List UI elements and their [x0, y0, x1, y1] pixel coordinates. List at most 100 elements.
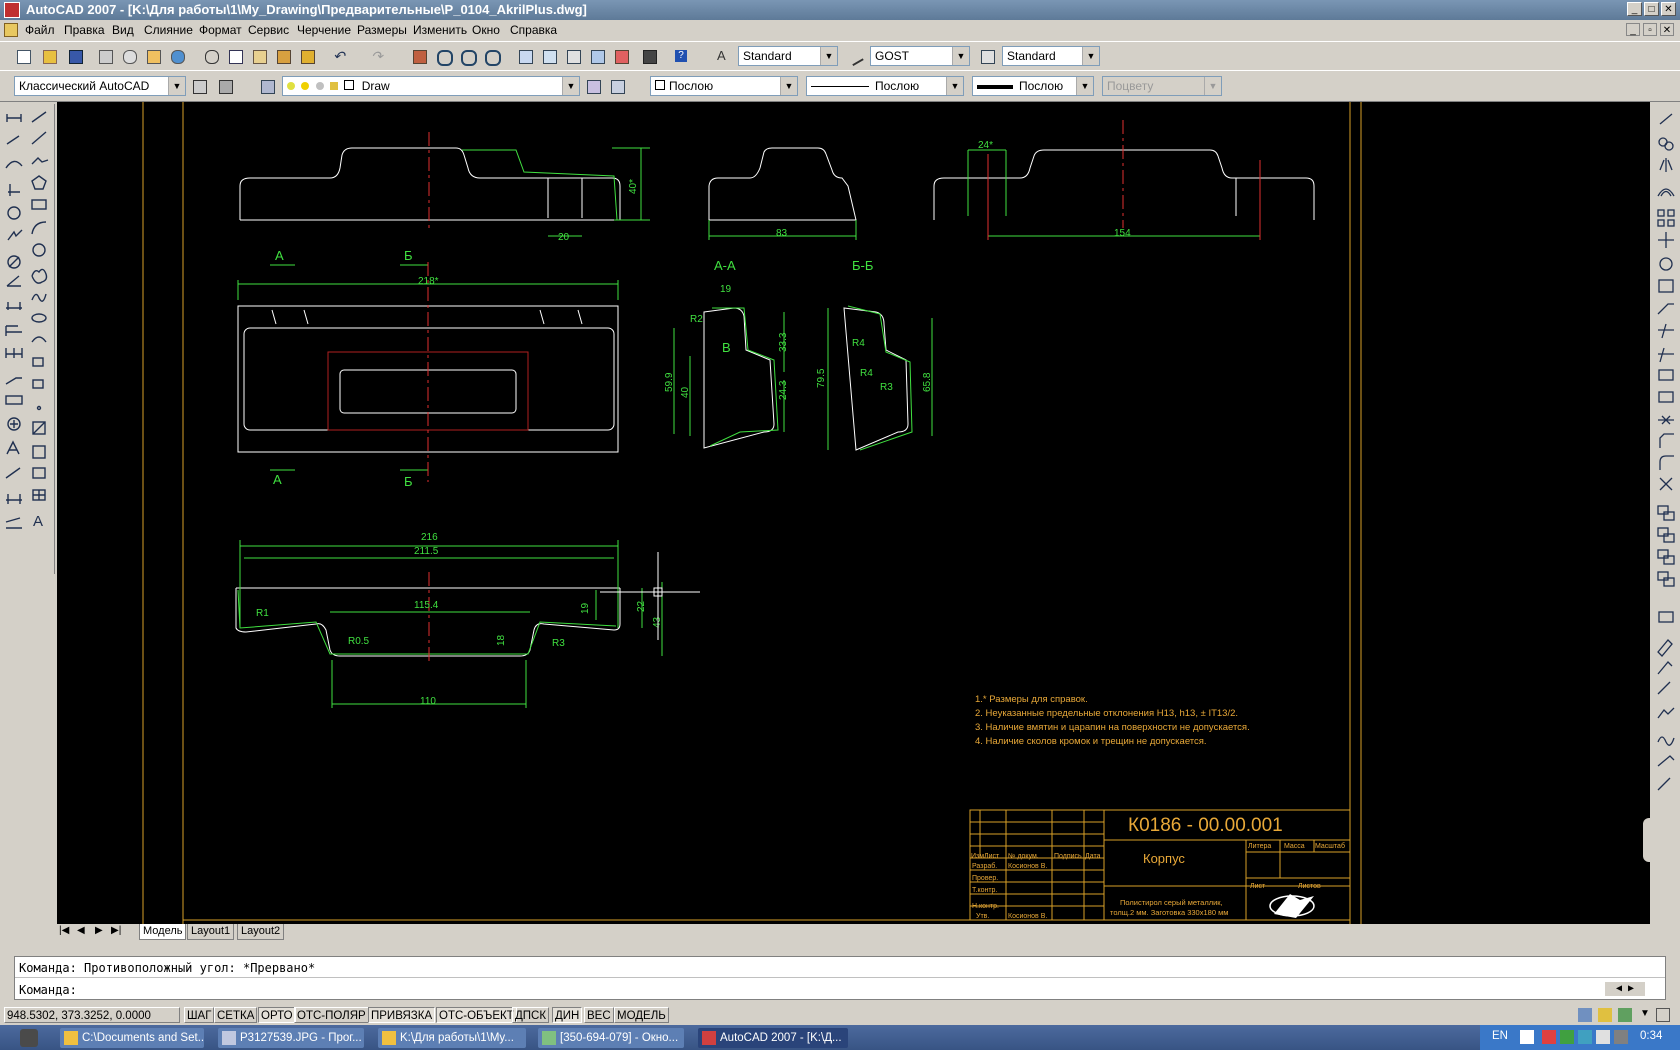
- coordinates-display[interactable]: 948.5302, 373.3252, 0.0000: [4, 1007, 180, 1023]
- paste-icon[interactable]: [250, 47, 268, 65]
- taskbar-item-window[interactable]: [350-694-079] - Окно...: [538, 1028, 684, 1048]
- zoom-realtime-icon[interactable]: [434, 47, 453, 66]
- zoom-previous-icon[interactable]: [482, 47, 501, 66]
- point-icon[interactable]: [36, 405, 42, 411]
- continue-icon[interactable]: [5, 348, 23, 358]
- extend-icon[interactable]: [1658, 347, 1674, 363]
- join-icon[interactable]: [1658, 415, 1674, 425]
- text-style-icon[interactable]: A: [714, 47, 732, 65]
- sheet-set-icon[interactable]: [588, 47, 606, 65]
- make-object-layer-current-icon[interactable]: [584, 77, 602, 95]
- markup-icon[interactable]: [612, 47, 630, 65]
- diameter-dim-icon[interactable]: [7, 255, 21, 269]
- zoom-window-icon[interactable]: [458, 47, 477, 66]
- draworder-icon[interactable]: [1657, 505, 1675, 521]
- block-editor-icon[interactable]: [298, 47, 316, 65]
- tolerance-icon[interactable]: [5, 395, 23, 405]
- polar-toggle[interactable]: ОТС-ПОЛЯР: [294, 1007, 369, 1023]
- snap-toggle[interactable]: ШАГ: [184, 1007, 215, 1023]
- clean-screen-icon[interactable]: [1656, 1008, 1670, 1022]
- move-icon[interactable]: [1658, 232, 1674, 248]
- menu-dimension[interactable]: Размеры: [357, 23, 407, 37]
- radius-dim-icon[interactable]: [7, 206, 21, 220]
- draworder-text-icon[interactable]: [1657, 571, 1675, 587]
- close-button[interactable]: ✕: [1661, 2, 1676, 16]
- dim-edit-icon[interactable]: [6, 440, 20, 455]
- menu-edit[interactable]: Правка: [64, 23, 105, 37]
- taskbar-item-explorer[interactable]: C:\Documents and Set...: [60, 1028, 204, 1048]
- command-line[interactable]: Команда: Противоположный угол: *Прервано…: [14, 956, 1666, 1000]
- doc-minimize-button[interactable]: _: [1626, 23, 1640, 36]
- menu-tools[interactable]: Сервис: [248, 23, 289, 37]
- copy-object-icon[interactable]: [1658, 137, 1674, 151]
- menu-draw[interactable]: Черчение: [297, 23, 351, 37]
- menu-modify[interactable]: Изменить: [413, 23, 467, 37]
- rotate-icon[interactable]: [1659, 257, 1673, 271]
- tab-first-icon[interactable]: |◀: [59, 925, 69, 936]
- arc-icon[interactable]: [31, 221, 47, 235]
- insert-block-icon[interactable]: [32, 357, 44, 367]
- break-icon[interactable]: [1658, 391, 1674, 403]
- gradient-icon[interactable]: [32, 445, 46, 459]
- stretch-icon[interactable]: [1657, 303, 1674, 315]
- ordinate-icon[interactable]: [8, 184, 20, 196]
- minimize-button[interactable]: _: [1627, 2, 1642, 16]
- ducs-toggle[interactable]: ДПСК: [512, 1007, 550, 1023]
- aligned-dim-icon[interactable]: [6, 135, 20, 145]
- trim-icon[interactable]: [1658, 323, 1674, 339]
- linetype-select[interactable]: Послою ▼: [806, 76, 964, 96]
- construction-line-icon[interactable]: [31, 131, 47, 145]
- 3d-dwf-icon[interactable]: [168, 47, 186, 65]
- model-toggle[interactable]: МОДЕЛЬ: [614, 1007, 669, 1023]
- table-style-select[interactable]: Standard ▼: [1002, 46, 1100, 66]
- rectangle-icon[interactable]: [31, 199, 47, 210]
- tray-settings-icon[interactable]: [1618, 1008, 1632, 1022]
- dim-style-select[interactable]: GOST ▼: [870, 46, 970, 66]
- mtext-icon[interactable]: A: [33, 513, 43, 530]
- fillet-icon[interactable]: [1659, 455, 1674, 470]
- language-indicator[interactable]: EN: [1492, 1030, 1508, 1042]
- menu-file[interactable]: Файл: [25, 23, 55, 37]
- publish-icon[interactable]: [144, 47, 162, 65]
- design-center-icon[interactable]: [540, 47, 558, 65]
- otrack-toggle[interactable]: ОТС-ОБЪЕКТ: [436, 1007, 517, 1023]
- communication-center-icon[interactable]: [1578, 1008, 1592, 1022]
- doc-close-button[interactable]: ✕: [1660, 23, 1674, 36]
- volume-icon[interactable]: [1614, 1030, 1628, 1044]
- block-attr-icon[interactable]: [1657, 755, 1675, 767]
- baseline-icon[interactable]: [5, 325, 22, 336]
- text-style-select[interactable]: Standard ▼: [738, 46, 838, 66]
- maximize-button[interactable]: □: [1644, 2, 1659, 16]
- dim-style-left-icon[interactable]: [5, 517, 22, 529]
- dim-update-icon[interactable]: [6, 494, 22, 504]
- color-select[interactable]: Послою ▼: [650, 76, 798, 96]
- dim-style-icon[interactable]: [846, 47, 864, 67]
- properties-right-icon[interactable]: [1658, 611, 1674, 623]
- hatch-icon[interactable]: [32, 421, 46, 435]
- redo-icon[interactable]: ↷: [368, 47, 386, 65]
- erase-icon[interactable]: [1659, 113, 1673, 125]
- undo-icon[interactable]: ↶: [330, 47, 348, 65]
- dim-text-edit-icon[interactable]: [5, 467, 21, 479]
- toolbar-lock-icon[interactable]: [1598, 1008, 1612, 1022]
- properties-icon[interactable]: [516, 47, 534, 65]
- layer-select[interactable]: Draw ▼: [282, 76, 580, 96]
- save-icon[interactable]: [66, 47, 84, 65]
- help-tray-icon[interactable]: [1520, 1030, 1534, 1044]
- polygon-icon[interactable]: [31, 175, 47, 190]
- match-properties-icon[interactable]: [274, 47, 292, 65]
- copy-icon[interactable]: [226, 47, 244, 65]
- layer-previous-icon[interactable]: [608, 77, 626, 95]
- draworder-back-icon[interactable]: [1657, 549, 1675, 565]
- polyline-icon[interactable]: [31, 157, 49, 165]
- sync-attr-icon[interactable]: [1657, 777, 1671, 791]
- tool-palettes-icon[interactable]: [564, 47, 582, 65]
- draworder-front-icon[interactable]: [1657, 527, 1675, 543]
- tab-layout2[interactable]: Layout2: [237, 924, 285, 940]
- tray-icon-3[interactable]: [1578, 1030, 1592, 1044]
- quick-leader-icon[interactable]: [5, 377, 22, 385]
- document-icon[interactable]: [4, 23, 18, 37]
- doc-restore-button[interactable]: ▫: [1643, 23, 1657, 36]
- start-button[interactable]: [20, 1029, 38, 1047]
- menu-merge[interactable]: Слияние: [144, 23, 193, 37]
